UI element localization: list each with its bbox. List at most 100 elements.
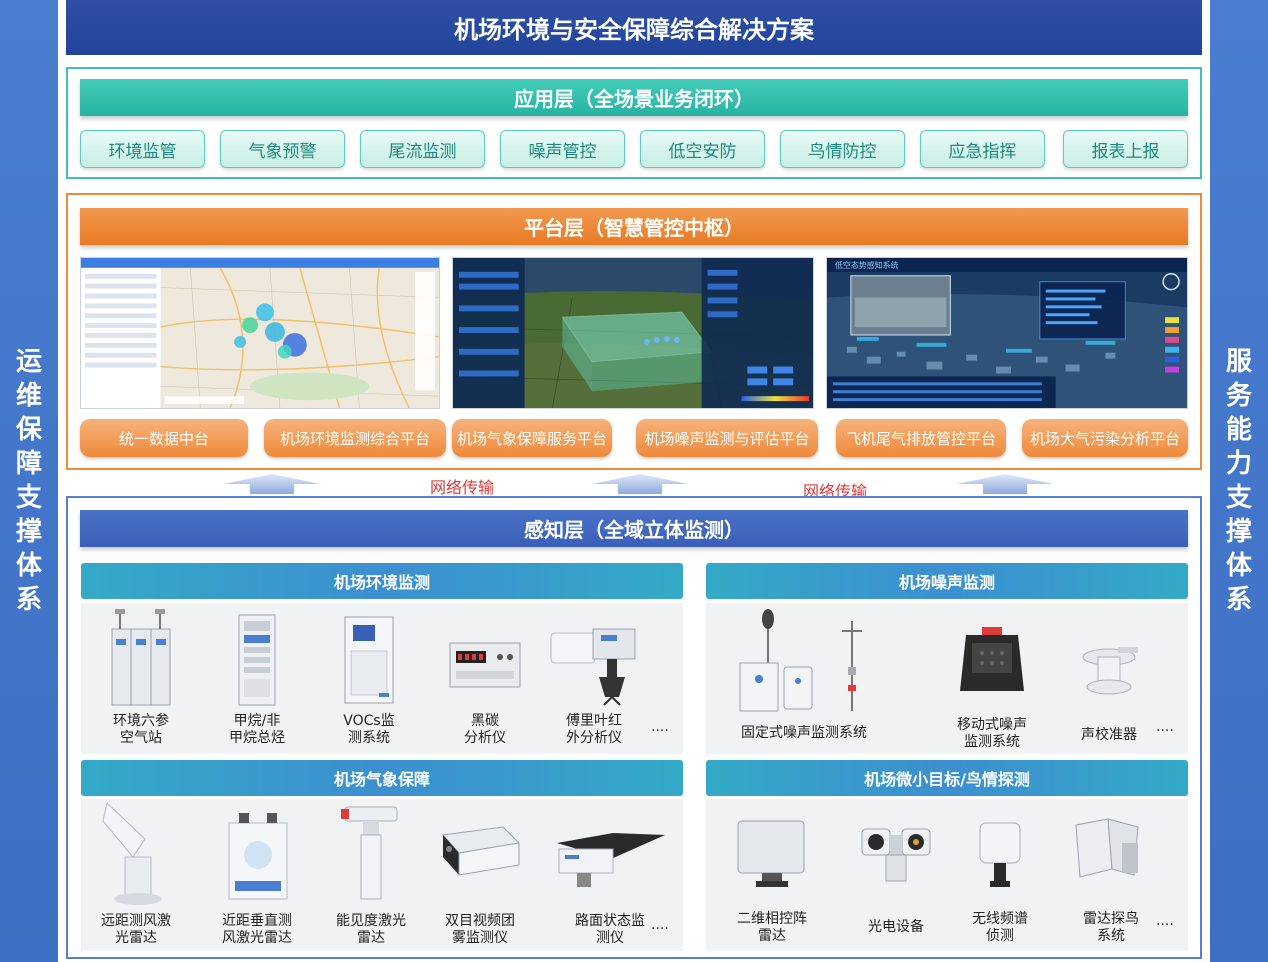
app-item-bird[interactable]: 鸟情防控 (780, 130, 905, 168)
device-phased-array-radar: 二维相控阵 雷达 (732, 799, 812, 949)
road-sensor-icon (557, 833, 665, 887)
section-bird-detection-title: 机场微小目标/鸟情探测 (706, 760, 1188, 796)
device-fixed-noise-system: 固定式噪声监测系统 (734, 607, 874, 752)
up-arrow-icon (224, 474, 320, 494)
app-item-report[interactable]: 报表上报 (1063, 130, 1188, 168)
vertical-lidar-icon (228, 813, 288, 900)
device-label-line2: 风激光雷达 (222, 930, 292, 946)
application-layer: 应用层（全场景业务闭环） 环境监管 气象预警 尾流监测 噪声管控 低空安防 鸟情… (66, 67, 1202, 179)
device-spectrum-detection: 无线频谱 侦测 (970, 799, 1030, 949)
app-item-weather-alert[interactable]: 气象预警 (220, 130, 345, 168)
calibrator-icon (1082, 647, 1138, 695)
device-bird-radar: 雷达探鸟 系统 (1068, 799, 1154, 949)
application-layer-title: 应用层（全场景业务闭环） (80, 79, 1188, 116)
device-label-line1: 双目视频团 (445, 913, 515, 929)
device-label-line1: 黑碳 (471, 713, 499, 729)
bird-radar-icon (1075, 818, 1139, 878)
platform-screenshot-3d-weather (452, 257, 814, 409)
device-vocs-monitor: VOCs监 测系统 (339, 607, 399, 752)
device-label-line2: 外分析仪 (566, 730, 622, 746)
side-bar-right: 服务能力支撑体系 (1210, 0, 1268, 962)
device-label-line2: 测系统 (348, 730, 390, 746)
device-label-line2: 侦测 (986, 928, 1014, 944)
section-weather: 远距测风激 光雷达 近距垂直测 风激光雷达 能见度激光 雷达 双目视频团 雾监测仪 (81, 799, 683, 951)
device-label-line1: 光电设备 (868, 919, 924, 935)
device-label-line2: 测仪 (596, 930, 624, 946)
phased-radar-icon (737, 820, 805, 887)
device-label-line1: 雷达探鸟 (1083, 911, 1139, 927)
visibility-lidar-icon (341, 806, 398, 900)
platform-layer: 平台层（智慧管控中枢） 低空态势感知系统 统一数据中台 机场环境监测综合平台 机… (66, 193, 1202, 470)
device-label-line2: 雷达 (357, 930, 385, 946)
app-item-low-altitude[interactable]: 低空安防 (640, 130, 765, 168)
platform-item-env-monitoring[interactable]: 机场环境监测综合平台 (264, 419, 446, 457)
air-station-icon (111, 609, 171, 706)
device-label-line1: 无线频谱 (972, 911, 1028, 927)
page-title: 机场环境与安全保障综合解决方案 (66, 0, 1202, 55)
device-label-line1: 移动式噪声 (957, 717, 1027, 733)
app-item-environment[interactable]: 环境监管 (80, 130, 205, 168)
side-bar-left: 运维保障支撑体系 (0, 0, 58, 962)
ftir-icon (550, 628, 636, 706)
device-label-line1: 甲烷/非 (233, 713, 281, 729)
section-weather-title: 机场气象保障 (81, 760, 683, 796)
device-label-line1: 能见度激光 (336, 913, 406, 929)
platform-item-weather-service[interactable]: 机场气象保障服务平台 (452, 419, 612, 457)
device-mobile-noise-system: 移动式噪声 监测系统 (952, 607, 1032, 752)
device-fog-camera: 双目视频团 雾监测仪 (437, 799, 523, 949)
fog-monitor-icon (442, 826, 521, 876)
device-label-line1: 近距垂直测 (222, 913, 292, 929)
device-label-line1: 傅里叶红 (566, 713, 622, 729)
section-env-monitoring: 环境六参 空气站 甲烷/非 甲烷总烃 VOCs监 测系统 黑碳 分析仪 傅里叶红… (81, 603, 683, 754)
device-label-line2: 雾监测仪 (452, 930, 508, 946)
device-ftir-analyzer: 傅里叶红 外分析仪 (549, 607, 639, 752)
up-arrow-icon (592, 474, 688, 494)
device-label-line1: 固定式噪声监测系统 (741, 725, 867, 741)
device-label-line1: 路面状态监 (575, 913, 645, 929)
application-items: 环境监管 气象预警 尾流监测 噪声管控 低空安防 鸟情防控 应急指挥 报表上报 (80, 130, 1188, 168)
platform-item-noise-assessment[interactable]: 机场噪声监测与评估平台 (636, 419, 818, 457)
ptz-camera-icon (861, 828, 931, 882)
platform-layer-title: 平台层（智慧管控中枢） (80, 208, 1188, 245)
up-arrow-icon (957, 474, 1053, 494)
device-label-line2: 光雷达 (115, 930, 157, 946)
mobile-noise-icon (960, 627, 1024, 691)
side-label-right: 服务能力支撑体系 (1225, 347, 1252, 615)
side-label-left: 运维保障支撑体系 (15, 347, 42, 615)
device-label-line1: VOCs监 (343, 713, 395, 729)
device-label-line1: 二维相控阵 (737, 911, 807, 927)
cabinet-icon (238, 614, 276, 706)
device-label-line2: 监测系统 (964, 734, 1020, 750)
device-label-line2: 甲烷总烃 (229, 730, 285, 746)
screenshot3-title: 低空态势感知系统 (835, 260, 899, 270)
device-electro-optical: 光电设备 (856, 799, 936, 949)
device-label-line2: 空气站 (120, 730, 162, 746)
device-air-station: 环境六参 空气站 (106, 607, 176, 752)
device-sound-calibrator: 声校准器 (1074, 607, 1144, 752)
section-noise-monitoring: 固定式噪声监测系统 移动式噪声 监测系统 声校准器 .... (706, 603, 1188, 754)
platform-item-data-center[interactable]: 统一数据中台 (80, 419, 248, 457)
device-methane-analyzer: 甲烷/非 甲烷总烃 (229, 607, 285, 752)
noise-station-icon (739, 609, 862, 712)
device-vertical-wind-lidar: 近距垂直测 风激光雷达 (221, 799, 293, 949)
app-item-wake[interactable]: 尾流监测 (360, 130, 485, 168)
device-long-range-lidar: 远距测风激 光雷达 (101, 799, 171, 949)
more-indicator: .... (651, 917, 669, 933)
platform-screenshot-low-altitude: 低空态势感知系统 (826, 257, 1188, 409)
section-bird-detection: 二维相控阵 雷达 光电设备 无线频谱 侦测 雷达探鸟 系统 .... (706, 799, 1188, 951)
more-indicator: .... (1156, 913, 1174, 929)
perception-layer-title: 感知层（全域立体监测） (80, 510, 1188, 547)
spectrum-sensor-icon (979, 822, 1021, 887)
network-label-1: 网络传输 (430, 478, 495, 497)
device-label-line1: 远距测风激 (101, 913, 171, 929)
more-indicator: .... (651, 719, 669, 735)
platform-item-pollution-analysis[interactable]: 机场大气污染分析平台 (1022, 419, 1188, 457)
platform-screenshot-map (80, 257, 440, 409)
vocs-cabinet-icon (344, 616, 394, 704)
device-black-carbon: 黑碳 分析仪 (446, 607, 524, 752)
app-item-noise[interactable]: 噪声管控 (500, 130, 625, 168)
rack-analyzer-icon (449, 642, 521, 688)
app-item-emergency[interactable]: 应急指挥 (920, 130, 1045, 168)
platform-item-exhaust-control[interactable]: 飞机尾气排放管控平台 (836, 419, 1006, 457)
device-label-line2: 雷达 (758, 928, 786, 944)
